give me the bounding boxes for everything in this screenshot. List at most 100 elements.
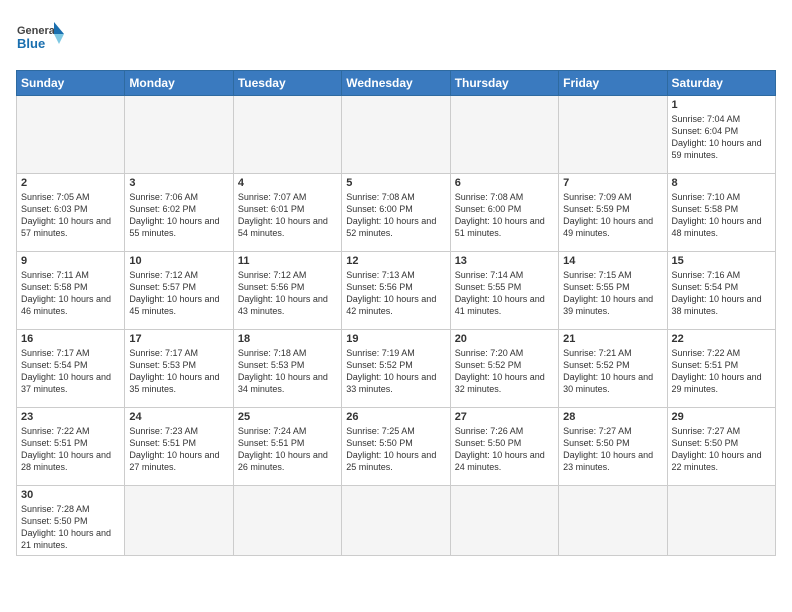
logo-svg: General Blue bbox=[16, 16, 66, 60]
calendar-cell: 1 Sunrise: 7:04 AM Sunset: 6:04 PM Daylig… bbox=[667, 96, 775, 174]
day-info: Sunrise: 7:27 AM Sunset: 5:50 PM Dayligh… bbox=[563, 425, 662, 474]
calendar-cell bbox=[559, 486, 667, 556]
calendar-cell bbox=[342, 486, 450, 556]
day-number: 5 bbox=[346, 177, 445, 189]
day-info: Sunrise: 7:14 AM Sunset: 5:55 PM Dayligh… bbox=[455, 269, 554, 318]
calendar-cell bbox=[559, 96, 667, 174]
day-number: 14 bbox=[563, 255, 662, 267]
calendar-cell: 17Sunrise: 7:17 AM Sunset: 5:53 PM Dayli… bbox=[125, 330, 233, 408]
day-number: 8 bbox=[672, 177, 771, 189]
calendar-week-0: 1 Sunrise: 7:04 AM Sunset: 6:04 PM Daylig… bbox=[17, 96, 776, 174]
day-number: 27 bbox=[455, 411, 554, 423]
calendar-week-1: 2 Sunrise: 7:05 AM Sunset: 6:03 PM Daylig… bbox=[17, 174, 776, 252]
day-number: 11 bbox=[238, 255, 337, 267]
calendar-cell: 26 Sunrise: 7:25 AM Sunset: 5:50 PM Dayli… bbox=[342, 408, 450, 486]
day-info: Sunrise: 7:27 AM Sunset: 5:50 PM Dayligh… bbox=[672, 425, 771, 474]
day-number: 1 bbox=[672, 99, 771, 111]
day-number: 19 bbox=[346, 333, 445, 345]
day-info: Sunrise: 7:12 AM Sunset: 5:56 PM Dayligh… bbox=[238, 269, 337, 318]
calendar-cell bbox=[667, 486, 775, 556]
day-number: 20 bbox=[455, 333, 554, 345]
day-info: Sunrise: 7:20 AM Sunset: 5:52 PM Dayligh… bbox=[455, 347, 554, 396]
calendar-cell bbox=[233, 96, 341, 174]
day-info: Sunrise: 7:22 AM Sunset: 5:51 PM Dayligh… bbox=[21, 425, 120, 474]
calendar-week-4: 23 Sunrise: 7:22 AM Sunset: 5:51 PM Dayli… bbox=[17, 408, 776, 486]
day-info: Sunrise: 7:25 AM Sunset: 5:50 PM Dayligh… bbox=[346, 425, 445, 474]
day-info: Sunrise: 7:15 AM Sunset: 5:55 PM Dayligh… bbox=[563, 269, 662, 318]
day-info: Sunrise: 7:09 AM Sunset: 5:59 PM Dayligh… bbox=[563, 191, 662, 240]
day-number: 6 bbox=[455, 177, 554, 189]
calendar-cell: 2 Sunrise: 7:05 AM Sunset: 6:03 PM Daylig… bbox=[17, 174, 125, 252]
day-number: 18 bbox=[238, 333, 337, 345]
calendar-cell bbox=[125, 96, 233, 174]
calendar-header-tuesday: Tuesday bbox=[233, 71, 341, 96]
calendar-header-row: SundayMondayTuesdayWednesdayThursdayFrid… bbox=[17, 71, 776, 96]
day-number: 26 bbox=[346, 411, 445, 423]
day-info: Sunrise: 7:07 AM Sunset: 6:01 PM Dayligh… bbox=[238, 191, 337, 240]
calendar-header-thursday: Thursday bbox=[450, 71, 558, 96]
calendar-header-wednesday: Wednesday bbox=[342, 71, 450, 96]
day-number: 21 bbox=[563, 333, 662, 345]
day-number: 22 bbox=[672, 333, 771, 345]
calendar-cell: 9 Sunrise: 7:11 AM Sunset: 5:58 PM Daylig… bbox=[17, 252, 125, 330]
calendar-cell: 8Sunrise: 7:10 AM Sunset: 5:58 PM Daylig… bbox=[667, 174, 775, 252]
calendar-cell bbox=[125, 486, 233, 556]
calendar-cell: 13 Sunrise: 7:14 AM Sunset: 5:55 PM Dayli… bbox=[450, 252, 558, 330]
day-info: Sunrise: 7:16 AM Sunset: 5:54 PM Dayligh… bbox=[672, 269, 771, 318]
calendar-cell bbox=[233, 486, 341, 556]
day-info: Sunrise: 7:05 AM Sunset: 6:03 PM Dayligh… bbox=[21, 191, 120, 240]
calendar-cell: 25Sunrise: 7:24 AM Sunset: 5:51 PM Dayli… bbox=[233, 408, 341, 486]
day-info: Sunrise: 7:19 AM Sunset: 5:52 PM Dayligh… bbox=[346, 347, 445, 396]
day-info: Sunrise: 7:11 AM Sunset: 5:58 PM Dayligh… bbox=[21, 269, 120, 318]
day-number: 2 bbox=[21, 177, 120, 189]
day-info: Sunrise: 7:23 AM Sunset: 5:51 PM Dayligh… bbox=[129, 425, 228, 474]
day-number: 16 bbox=[21, 333, 120, 345]
day-number: 7 bbox=[563, 177, 662, 189]
calendar-cell bbox=[17, 96, 125, 174]
day-number: 17 bbox=[129, 333, 228, 345]
calendar-cell: 6 Sunrise: 7:08 AM Sunset: 6:00 PM Daylig… bbox=[450, 174, 558, 252]
day-info: Sunrise: 7:17 AM Sunset: 5:54 PM Dayligh… bbox=[21, 347, 120, 396]
day-number: 13 bbox=[455, 255, 554, 267]
day-info: Sunrise: 7:08 AM Sunset: 6:00 PM Dayligh… bbox=[455, 191, 554, 240]
day-info: Sunrise: 7:22 AM Sunset: 5:51 PM Dayligh… bbox=[672, 347, 771, 396]
day-number: 25 bbox=[238, 411, 337, 423]
calendar-cell: 23 Sunrise: 7:22 AM Sunset: 5:51 PM Dayli… bbox=[17, 408, 125, 486]
calendar-cell: 22 Sunrise: 7:22 AM Sunset: 5:51 PM Dayli… bbox=[667, 330, 775, 408]
calendar-header-monday: Monday bbox=[125, 71, 233, 96]
calendar-cell: 4Sunrise: 7:07 AM Sunset: 6:01 PM Daylig… bbox=[233, 174, 341, 252]
day-info: Sunrise: 7:12 AM Sunset: 5:57 PM Dayligh… bbox=[129, 269, 228, 318]
calendar-header-sunday: Sunday bbox=[17, 71, 125, 96]
day-info: Sunrise: 7:08 AM Sunset: 6:00 PM Dayligh… bbox=[346, 191, 445, 240]
calendar-cell: 27 Sunrise: 7:26 AM Sunset: 5:50 PM Dayli… bbox=[450, 408, 558, 486]
calendar-cell: 15 Sunrise: 7:16 AM Sunset: 5:54 PM Dayli… bbox=[667, 252, 775, 330]
calendar-cell: 7 Sunrise: 7:09 AM Sunset: 5:59 PM Daylig… bbox=[559, 174, 667, 252]
calendar-cell: 16 Sunrise: 7:17 AM Sunset: 5:54 PM Dayli… bbox=[17, 330, 125, 408]
day-number: 23 bbox=[21, 411, 120, 423]
day-number: 10 bbox=[129, 255, 228, 267]
calendar-header-friday: Friday bbox=[559, 71, 667, 96]
calendar-cell: 12Sunrise: 7:13 AM Sunset: 5:56 PM Dayli… bbox=[342, 252, 450, 330]
day-info: Sunrise: 7:13 AM Sunset: 5:56 PM Dayligh… bbox=[346, 269, 445, 318]
calendar-cell: 3 Sunrise: 7:06 AM Sunset: 6:02 PM Daylig… bbox=[125, 174, 233, 252]
day-number: 3 bbox=[129, 177, 228, 189]
day-info: Sunrise: 7:28 AM Sunset: 5:50 PM Dayligh… bbox=[21, 503, 120, 552]
calendar-cell bbox=[342, 96, 450, 174]
calendar-week-2: 9 Sunrise: 7:11 AM Sunset: 5:58 PM Daylig… bbox=[17, 252, 776, 330]
calendar-cell: 14 Sunrise: 7:15 AM Sunset: 5:55 PM Dayli… bbox=[559, 252, 667, 330]
calendar-cell: 11 Sunrise: 7:12 AM Sunset: 5:56 PM Dayli… bbox=[233, 252, 341, 330]
day-number: 29 bbox=[672, 411, 771, 423]
calendar-cell: 29 Sunrise: 7:27 AM Sunset: 5:50 PM Dayli… bbox=[667, 408, 775, 486]
day-info: Sunrise: 7:26 AM Sunset: 5:50 PM Dayligh… bbox=[455, 425, 554, 474]
day-number: 9 bbox=[21, 255, 120, 267]
calendar-table: SundayMondayTuesdayWednesdayThursdayFrid… bbox=[16, 70, 776, 556]
svg-text:Blue: Blue bbox=[17, 36, 45, 51]
logo: General Blue bbox=[16, 16, 66, 60]
page: General Blue SundayMondayTuesdayWednesda… bbox=[0, 0, 792, 564]
day-info: Sunrise: 7:18 AM Sunset: 5:53 PM Dayligh… bbox=[238, 347, 337, 396]
day-number: 15 bbox=[672, 255, 771, 267]
day-info: Sunrise: 7:04 AM Sunset: 6:04 PM Dayligh… bbox=[672, 113, 771, 162]
day-info: Sunrise: 7:06 AM Sunset: 6:02 PM Dayligh… bbox=[129, 191, 228, 240]
calendar-cell: 30Sunrise: 7:28 AM Sunset: 5:50 PM Dayli… bbox=[17, 486, 125, 556]
calendar-week-5: 30Sunrise: 7:28 AM Sunset: 5:50 PM Dayli… bbox=[17, 486, 776, 556]
